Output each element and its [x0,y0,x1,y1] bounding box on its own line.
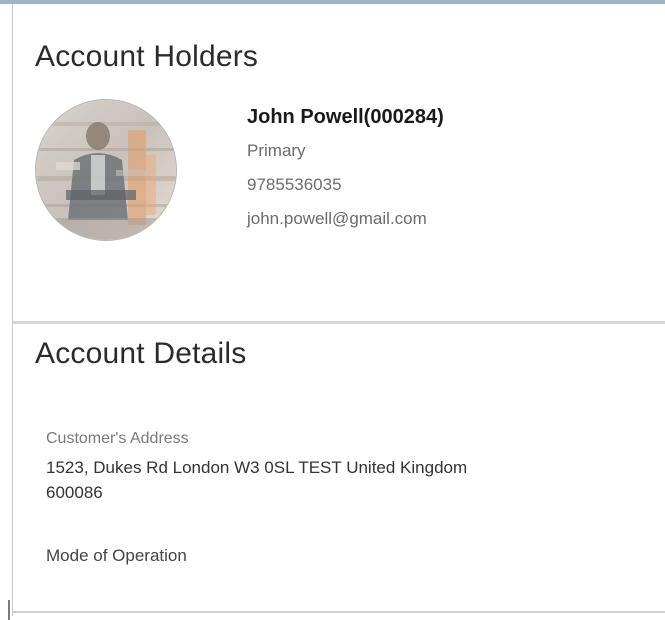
mode-of-operation-label: Mode of Operation [46,546,187,565]
account-details-panel: Account Details Customer's Address 1523,… [13,327,665,613]
user-photo-icon [36,100,176,240]
holder-email: john.powell@gmail.com [247,209,427,228]
account-summary-frame: Account Holders John Powell(000284) Prim… [0,0,665,620]
address-value: 1523, Dukes Rd London W3 0SL TEST United… [46,455,646,505]
holder-phone: 9785536035 [247,175,342,194]
left-border-accent [8,600,10,620]
holder-info: John Powell(000284) Primary 9785536035 j… [247,106,444,243]
account-details-title: Account Details [35,337,247,370]
address-line-1: 1523, Dukes Rd London W3 0SL TEST United… [46,458,468,477]
address-label: Customer's Address [46,430,189,447]
avatar [35,99,177,241]
holder-name: John Powell(000284) [247,106,444,128]
address-line-2: 600086 [46,483,103,502]
account-holders-panel: Account Holders John Powell(000284) Prim… [13,4,665,324]
holder-role: Primary [247,141,306,160]
account-holders-title: Account Holders [35,40,259,73]
